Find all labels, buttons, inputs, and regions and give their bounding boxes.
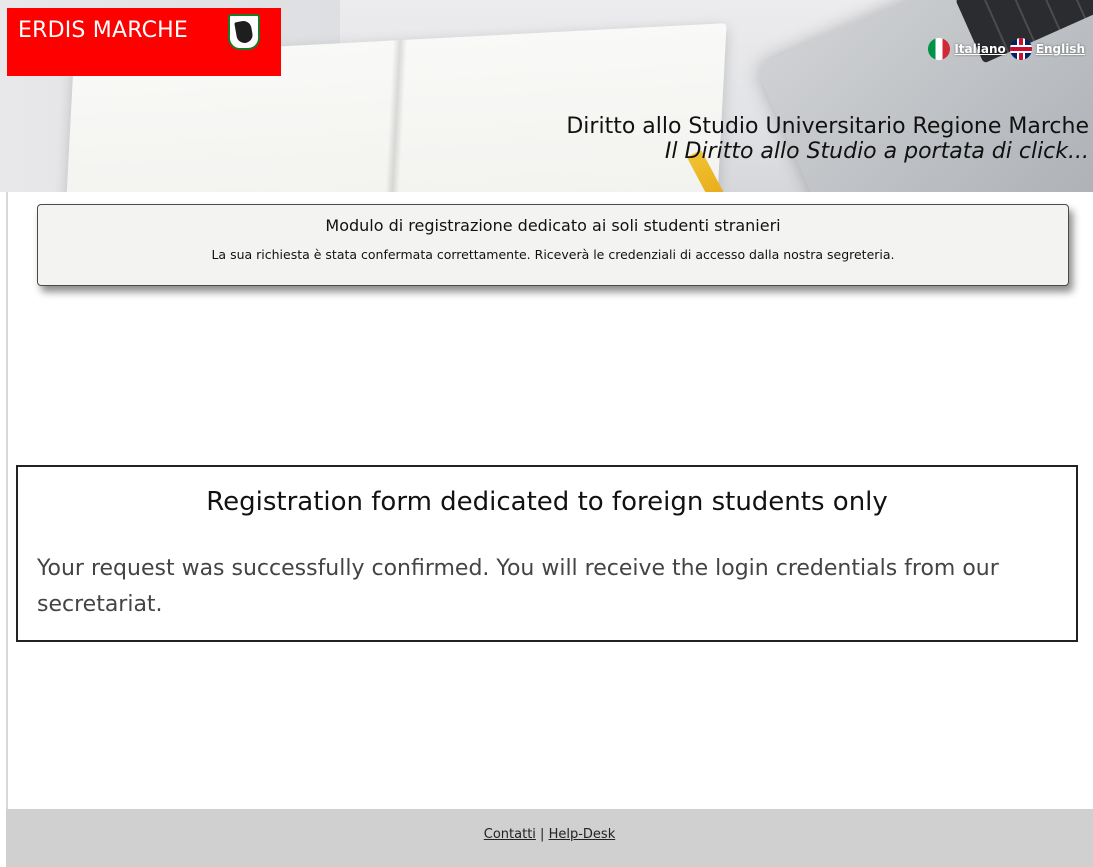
- english-confirmation-box: Registration form dedicated to foreign s…: [16, 465, 1078, 642]
- footer: Contatti | Help-Desk: [6, 809, 1093, 867]
- erdis-logo[interactable]: ERDIS MARCHE: [7, 8, 281, 76]
- page-edge: [6, 190, 8, 810]
- footer-link-contacts[interactable]: Contatti: [484, 827, 536, 842]
- language-switcher: Italiano English: [928, 38, 1085, 60]
- italian-notice-title: Modulo di registrazione dedicato ai soli…: [325, 216, 781, 235]
- footer-link-helpdesk[interactable]: Help-Desk: [549, 827, 616, 842]
- tagline-sub: Il Diritto allo Studio a portata di clic…: [664, 139, 1089, 164]
- uk-flag-icon[interactable]: [1009, 38, 1032, 60]
- tagline-main: Diritto allo Studio Universitario Region…: [566, 114, 1089, 139]
- logo-text: ERDIS MARCHE: [18, 18, 188, 43]
- marche-emblem-icon: [228, 14, 260, 50]
- language-link-italian[interactable]: Italiano: [954, 42, 1005, 56]
- footer-separator: |: [540, 827, 545, 842]
- language-link-english[interactable]: English: [1036, 42, 1085, 56]
- italy-flag-icon[interactable]: [928, 38, 951, 60]
- english-notice-title: Registration form dedicated to foreign s…: [206, 487, 888, 517]
- italian-notice-message: La sua richiesta è stata confermata corr…: [211, 247, 895, 262]
- header-banner: ERDIS MARCHE Italiano English Diritto al…: [0, 0, 1093, 192]
- english-notice-message: Your request was successfully confirmed.…: [37, 556, 999, 617]
- italian-confirmation-box: Modulo di registrazione dedicato ai soli…: [37, 204, 1069, 286]
- header-tagline: Diritto allo Studio Universitario Region…: [566, 114, 1089, 164]
